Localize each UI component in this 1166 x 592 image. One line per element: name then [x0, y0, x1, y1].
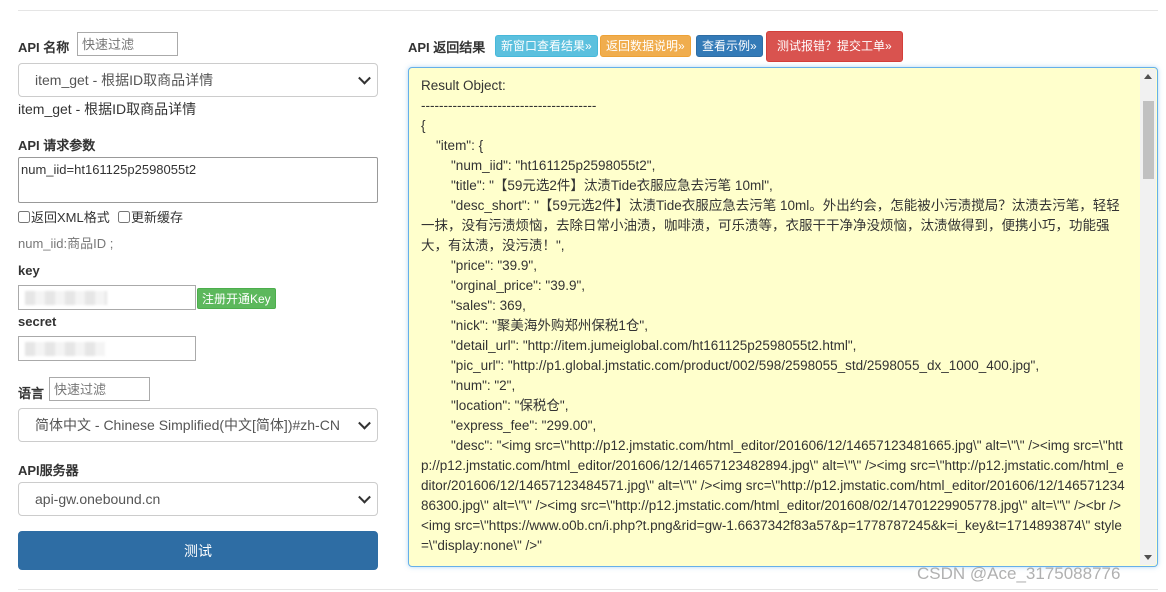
result-box[interactable]: Result Object: -------------------------…	[408, 67, 1158, 567]
api-description: item_get - 根据ID取商品详情	[18, 101, 197, 117]
language-filter-input[interactable]	[49, 377, 150, 401]
chevron-down-icon	[358, 490, 371, 504]
result-label: API 返回结果	[408, 40, 486, 55]
language-select-value: 简体中文 - Chinese Simplified(中文[简体])#zh-CN	[35, 417, 340, 433]
server-select[interactable]: api-gw.onebound.cn	[18, 482, 378, 516]
top-divider	[18, 10, 1158, 11]
api-select-value: item_get - 根据ID取商品详情	[35, 72, 214, 88]
key-redaction	[25, 291, 107, 305]
register-key-button[interactable]: 注册开通Key	[197, 288, 276, 309]
cache-checkbox-label: 更新缓存	[131, 210, 184, 225]
secret-redaction	[25, 342, 105, 356]
bottom-divider	[18, 589, 1158, 590]
param-hint: num_iid:商品ID ;	[18, 236, 114, 251]
cache-option[interactable]: 更新缓存	[118, 207, 183, 226]
api-name-label: API 名称	[18, 40, 70, 55]
report-error-button[interactable]: 测试报错？提交工单»	[766, 31, 903, 62]
xml-checkbox[interactable]	[18, 210, 30, 223]
scroll-down-icon[interactable]	[1144, 555, 1152, 560]
api-select[interactable]: item_get - 根据ID取商品详情	[18, 63, 378, 97]
secret-label: secret	[18, 314, 57, 329]
key-label: key	[18, 263, 40, 278]
new-window-button[interactable]: 新窗口查看结果»	[495, 35, 598, 57]
scrollbar-thumb[interactable]	[1143, 101, 1154, 179]
scroll-up-icon[interactable]	[1144, 74, 1152, 79]
csdn-watermark: CSDN @Ace_3175088776	[917, 564, 1121, 583]
cache-checkbox[interactable]	[118, 210, 130, 223]
language-select[interactable]: 简体中文 - Chinese Simplified(中文[简体])#zh-CN	[18, 408, 378, 442]
language-label: 语言	[18, 386, 45, 401]
view-example-button[interactable]: 查看示例»	[696, 35, 763, 57]
chevron-down-icon	[358, 71, 371, 85]
result-scrollbar[interactable]	[1140, 69, 1156, 565]
server-label: API服务器	[18, 463, 79, 478]
server-select-value: api-gw.onebound.cn	[35, 491, 161, 507]
api-filter-input[interactable]	[77, 32, 178, 56]
secret-input[interactable]	[18, 336, 196, 361]
result-text: Result Object: -------------------------…	[421, 78, 1125, 553]
test-button[interactable]: 测试	[18, 531, 378, 570]
key-input[interactable]	[18, 285, 196, 310]
test-button-label: 测试	[184, 542, 212, 559]
data-description-button[interactable]: 返回数据说明»	[600, 35, 691, 57]
params-label: API 请求参数	[18, 138, 96, 153]
xml-checkbox-label: 返回XML格式	[31, 210, 110, 225]
xml-option[interactable]: 返回XML格式	[18, 207, 110, 226]
params-textarea[interactable]: num_iid=ht161125p2598055t2	[18, 157, 378, 203]
chevron-down-icon	[358, 416, 371, 430]
